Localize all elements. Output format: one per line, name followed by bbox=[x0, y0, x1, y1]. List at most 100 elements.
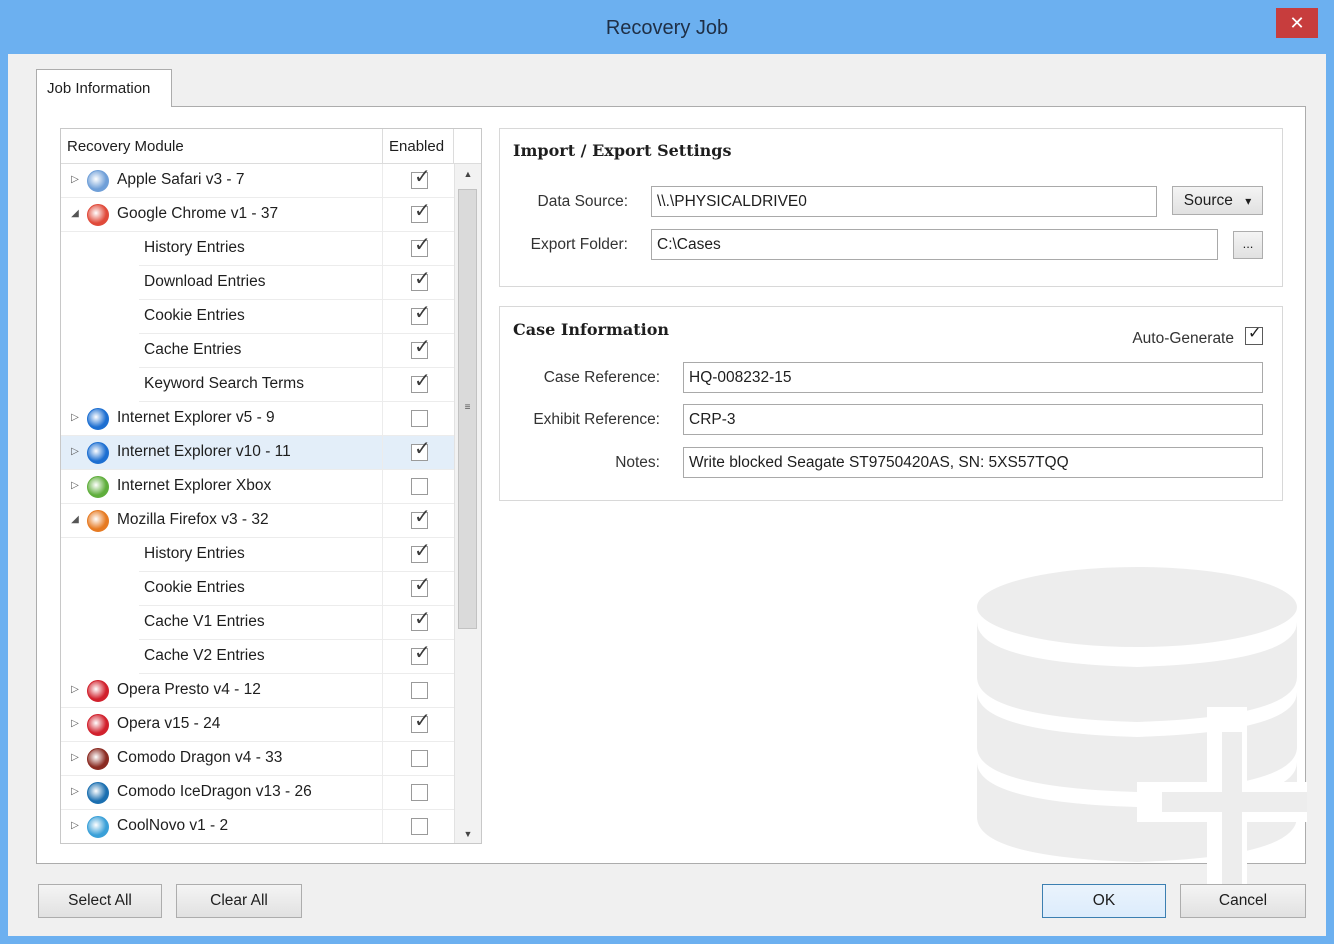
tree-row[interactable]: History Entries ✓ bbox=[61, 538, 454, 572]
enabled-checkbox[interactable]: ✓ bbox=[411, 439, 431, 461]
import-export-group: Import / Export Settings Data Source: So… bbox=[499, 128, 1283, 287]
checkmark-icon: ✓ bbox=[414, 506, 431, 528]
case-reference-input[interactable] bbox=[683, 362, 1263, 393]
tree-row-label: Opera v15 - 24 bbox=[117, 715, 221, 732]
checkmark-icon: ✓ bbox=[414, 302, 431, 324]
tree-row[interactable]: Keyword Search Terms ✓ bbox=[61, 368, 454, 402]
column-header-recovery-module[interactable]: Recovery Module bbox=[67, 138, 184, 155]
enabled-checkbox[interactable]: ✓ bbox=[411, 167, 431, 189]
tree-row[interactable]: ▷ Internet Explorer v5 - 9 bbox=[61, 402, 454, 436]
tree-row-label: Cookie Entries bbox=[144, 307, 245, 324]
tree-row[interactable]: ▷ Opera v15 - 24 ✓ bbox=[61, 708, 454, 742]
column-separator bbox=[382, 266, 383, 300]
enabled-checkbox[interactable]: ✓ bbox=[411, 303, 431, 325]
enabled-checkbox[interactable]: ✓ bbox=[411, 643, 431, 665]
tree-row-label: Comodo Dragon v4 - 33 bbox=[117, 749, 283, 766]
scroll-up-arrow-icon[interactable]: ▲ bbox=[455, 164, 481, 184]
expand-arrow-icon[interactable]: ▷ bbox=[69, 786, 81, 797]
tree-row[interactable]: ▷ Opera Presto v4 - 12 bbox=[61, 674, 454, 708]
column-divider bbox=[453, 129, 454, 164]
tree-row[interactable]: Cookie Entries ✓ bbox=[61, 300, 454, 334]
tree-row[interactable]: Cache V1 Entries ✓ bbox=[61, 606, 454, 640]
checkmark-icon: ✓ bbox=[414, 574, 431, 596]
browse-button[interactable]: ... bbox=[1233, 231, 1263, 259]
enabled-checkbox[interactable] bbox=[411, 818, 428, 835]
clear-all-button[interactable]: Clear All bbox=[176, 884, 302, 918]
data-source-input[interactable] bbox=[651, 186, 1157, 217]
scroll-down-arrow-icon[interactable]: ▼ bbox=[455, 824, 481, 843]
enabled-checkbox[interactable] bbox=[411, 750, 428, 767]
scroll-grip-icon: ≡ bbox=[464, 402, 471, 413]
enabled-checkbox[interactable]: ✓ bbox=[411, 609, 431, 631]
internet-explorer-icon bbox=[87, 408, 109, 430]
safari-icon bbox=[87, 170, 109, 192]
list-header: Recovery Module Enabled bbox=[61, 129, 481, 164]
window-frame: Recovery Job ✕ Job Information Recovery … bbox=[0, 0, 1334, 944]
ok-button[interactable]: OK bbox=[1042, 884, 1166, 918]
enabled-checkbox[interactable]: ✓ bbox=[411, 507, 431, 529]
tree-row[interactable]: Cookie Entries ✓ bbox=[61, 572, 454, 606]
comodo-icedragon-icon bbox=[87, 782, 109, 804]
enabled-checkbox[interactable]: ✓ bbox=[411, 235, 431, 257]
enabled-checkbox[interactable]: ✓ bbox=[411, 575, 431, 597]
close-button[interactable]: ✕ bbox=[1276, 8, 1318, 38]
column-separator bbox=[382, 164, 383, 198]
expand-arrow-icon[interactable]: ▷ bbox=[69, 174, 81, 185]
tree-row-label: Download Entries bbox=[144, 273, 266, 290]
tree-row[interactable]: ▷ Comodo IceDragon v13 - 26 bbox=[61, 776, 454, 810]
tree-row[interactable]: ▷ Internet Explorer Xbox bbox=[61, 470, 454, 504]
auto-generate-checkbox[interactable]: ✓ bbox=[1245, 325, 1263, 345]
expand-arrow-icon[interactable]: ▷ bbox=[69, 684, 81, 695]
title-bar[interactable]: Recovery Job ✕ bbox=[0, 0, 1334, 54]
expand-arrow-icon[interactable]: ▷ bbox=[69, 820, 81, 831]
tree-row[interactable]: Download Entries ✓ bbox=[61, 266, 454, 300]
export-folder-input[interactable] bbox=[651, 229, 1218, 260]
enabled-checkbox[interactable]: ✓ bbox=[411, 269, 431, 291]
tree-row[interactable]: ▷ Comodo Dragon v4 - 33 bbox=[61, 742, 454, 776]
enabled-checkbox[interactable] bbox=[411, 682, 428, 699]
column-separator bbox=[382, 368, 383, 402]
scroll-thumb[interactable]: ≡ bbox=[458, 189, 477, 629]
exhibit-reference-input[interactable] bbox=[683, 404, 1263, 435]
cancel-button[interactable]: Cancel bbox=[1180, 884, 1306, 918]
tree-row[interactable]: History Entries ✓ bbox=[61, 232, 454, 266]
tree-row[interactable]: Cache Entries ✓ bbox=[61, 334, 454, 368]
opera-icon bbox=[87, 680, 109, 702]
column-header-enabled[interactable]: Enabled bbox=[389, 138, 444, 155]
expand-arrow-icon[interactable]: ▷ bbox=[69, 480, 81, 491]
enabled-checkbox[interactable]: ✓ bbox=[411, 371, 431, 393]
expand-arrow-icon[interactable]: ▷ bbox=[69, 412, 81, 423]
tree-row[interactable]: Cache V2 Entries ✓ bbox=[61, 640, 454, 674]
enabled-checkbox[interactable] bbox=[411, 478, 428, 495]
dialog-body: Job Information Recovery Module Enabled … bbox=[8, 54, 1326, 936]
expand-arrow-icon[interactable]: ▷ bbox=[69, 446, 81, 457]
enabled-checkbox[interactable]: ✓ bbox=[411, 711, 431, 733]
collapse-arrow-icon[interactable]: ◢ bbox=[69, 514, 81, 525]
checkmark-icon: ✓ bbox=[414, 642, 431, 664]
enabled-checkbox[interactable] bbox=[411, 784, 428, 801]
tree-row[interactable]: ▷ CoolNovo v1 - 2 bbox=[61, 810, 454, 843]
column-separator bbox=[382, 232, 383, 266]
xbox-icon bbox=[87, 476, 109, 498]
source-dropdown-button[interactable]: Source ▾ bbox=[1172, 186, 1263, 215]
tab-job-information[interactable]: Job Information bbox=[36, 69, 172, 107]
column-divider[interactable] bbox=[382, 129, 383, 164]
tree-row[interactable]: ▷ Internet Explorer v10 - 11 ✓ bbox=[61, 436, 454, 470]
tree-row-label: Internet Explorer v10 - 11 bbox=[117, 443, 291, 460]
enabled-checkbox[interactable]: ✓ bbox=[411, 201, 431, 223]
checkmark-icon: ✓ bbox=[414, 166, 431, 188]
tree-row[interactable]: ◢ Mozilla Firefox v3 - 32 ✓ bbox=[61, 504, 454, 538]
select-all-button[interactable]: Select All bbox=[38, 884, 162, 918]
enabled-checkbox[interactable]: ✓ bbox=[411, 541, 431, 563]
enabled-checkbox[interactable]: ✓ bbox=[411, 337, 431, 359]
notes-input[interactable] bbox=[683, 447, 1263, 478]
column-separator bbox=[382, 776, 383, 810]
vertical-scrollbar[interactable]: ▲ ≡ ▼ bbox=[454, 164, 481, 843]
tree-row[interactable]: ▷ Apple Safari v3 - 7 ✓ bbox=[61, 164, 454, 198]
tree-row-label: Cache Entries bbox=[144, 341, 242, 358]
expand-arrow-icon[interactable]: ▷ bbox=[69, 752, 81, 763]
enabled-checkbox[interactable] bbox=[411, 410, 428, 427]
expand-arrow-icon[interactable]: ▷ bbox=[69, 718, 81, 729]
tree-row[interactable]: ◢ Google Chrome v1 - 37 ✓ bbox=[61, 198, 454, 232]
collapse-arrow-icon[interactable]: ◢ bbox=[69, 208, 81, 219]
